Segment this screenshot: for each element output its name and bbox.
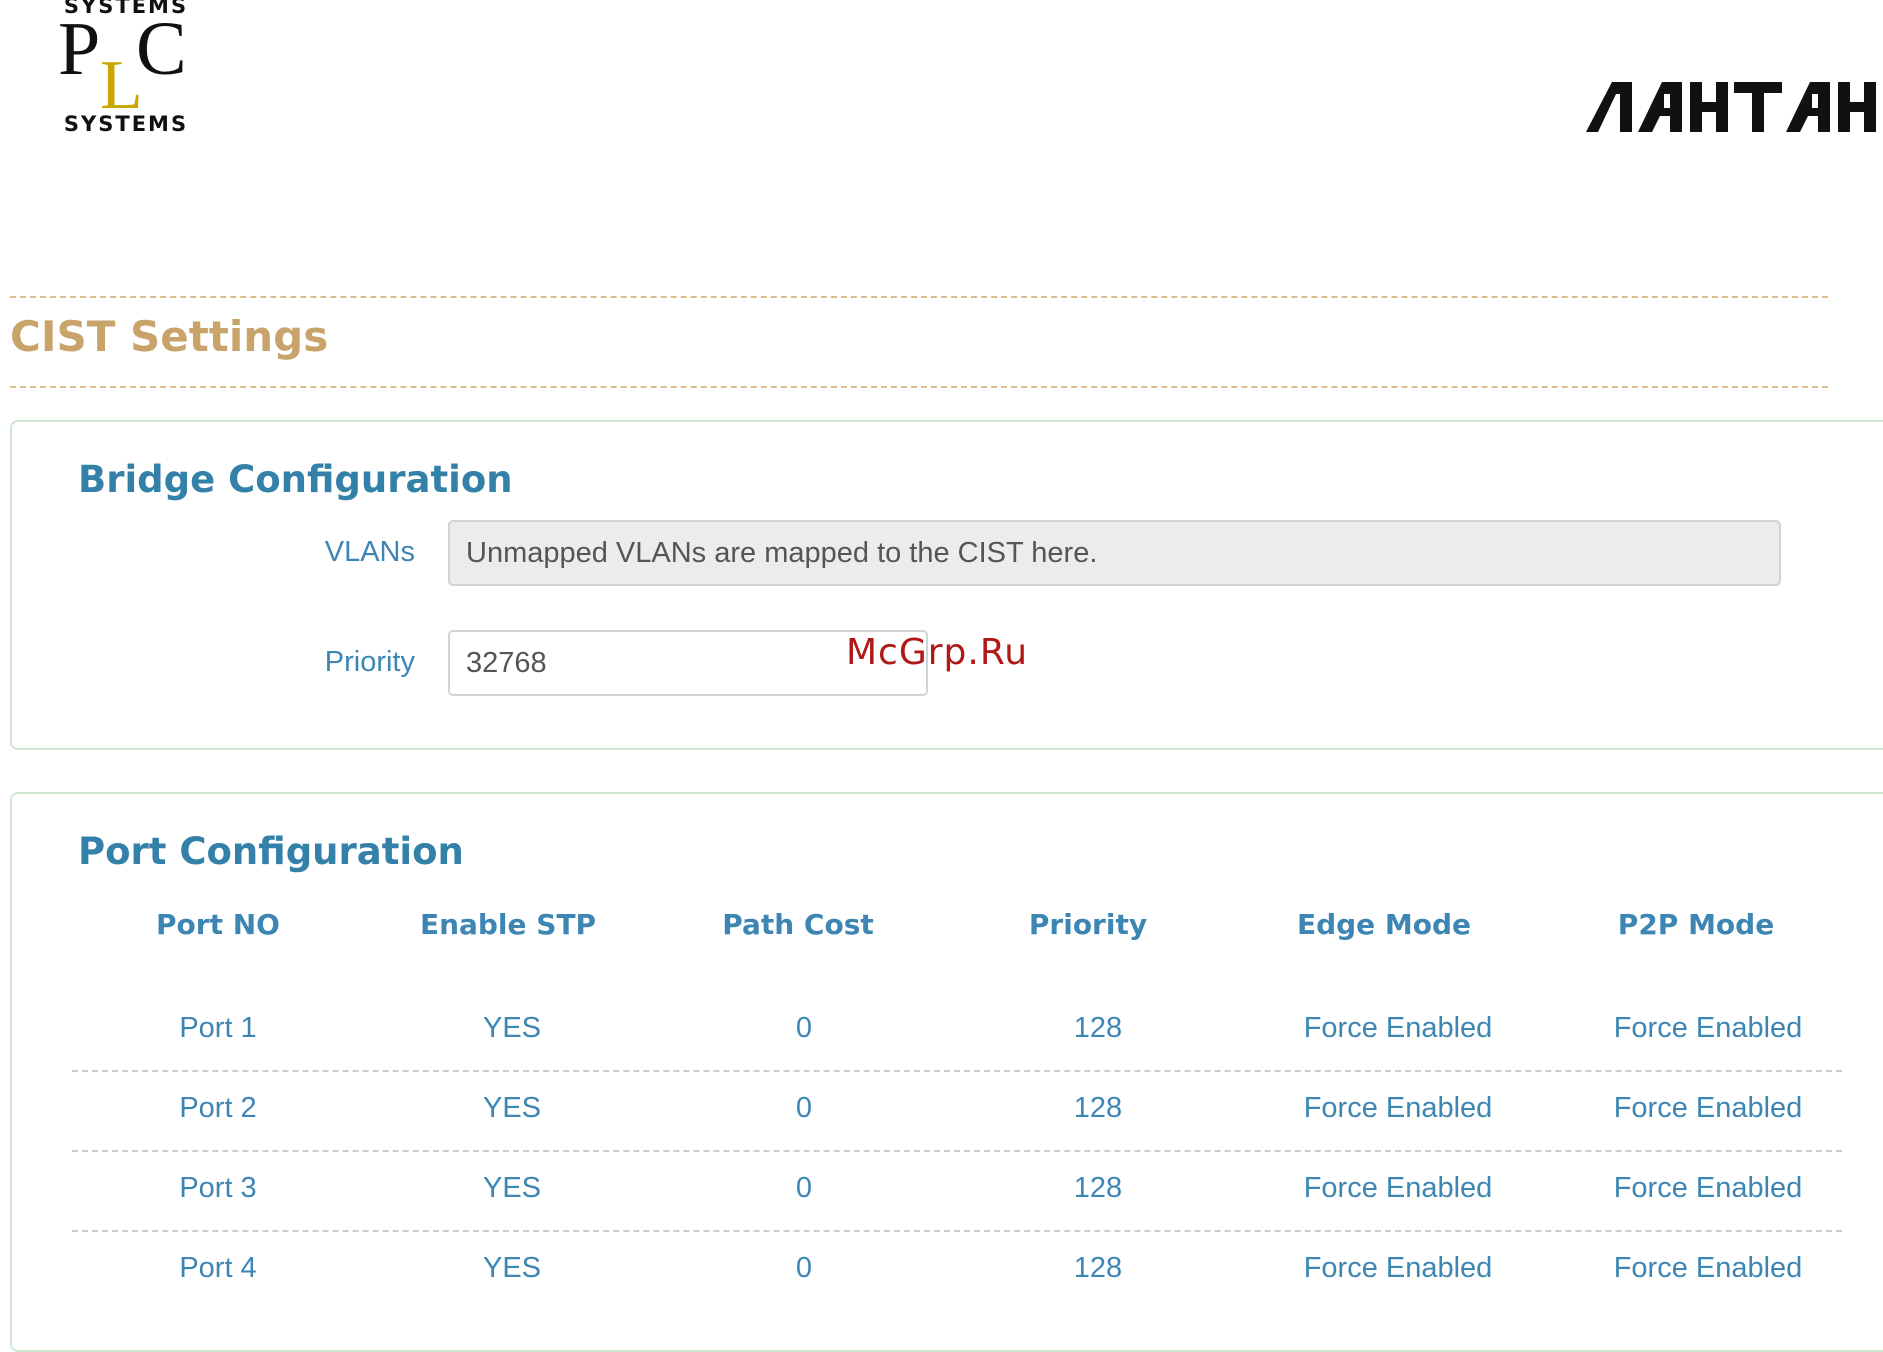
edge-mode-cell[interactable]: Force Enabled (1248, 1012, 1548, 1045)
row-divider (72, 1070, 1842, 1072)
page-title: CIST Settings (10, 312, 329, 361)
port-configuration-panel: Port Configuration Port NO Enable STP Pa… (10, 792, 1883, 1352)
priority-cell[interactable]: 128 (948, 1172, 1248, 1205)
edge-mode-cell[interactable]: Force Enabled (1248, 1172, 1548, 1205)
edge-mode-cell[interactable]: Force Enabled (1248, 1252, 1548, 1285)
plc-letters-mark: P L C (58, 16, 187, 112)
enable-stp-cell[interactable]: YES (362, 1252, 662, 1285)
enable-stp-cell[interactable]: YES (362, 1092, 662, 1125)
p2p-mode-cell[interactable]: Force Enabled (1558, 1172, 1858, 1205)
p2p-mode-cell[interactable]: Force Enabled (1558, 1012, 1858, 1045)
row-divider (72, 1150, 1842, 1152)
plc-systems-logo: SYSTEMS P L C SYSTEMS (56, 0, 196, 138)
p2p-mode-cell[interactable]: Force Enabled (1558, 1092, 1858, 1125)
row-divider (72, 1230, 1842, 1232)
port-name-cell: Port 2 (179, 1092, 257, 1124)
vlans-label: VLANs (324, 536, 415, 568)
watermark: McGrp.Ru (846, 632, 1029, 673)
path-cost-cell[interactable]: 0 (654, 1012, 954, 1045)
column-header-edge-mode: Edge Mode (1296, 908, 1472, 941)
column-header-priority: Priority (1028, 908, 1148, 941)
lahtah-logo (1586, 82, 1876, 132)
path-cost-cell[interactable]: 0 (654, 1252, 954, 1285)
priority-cell[interactable]: 128 (948, 1092, 1248, 1125)
priority-cell[interactable]: 128 (948, 1012, 1248, 1045)
title-top-divider (10, 296, 1828, 298)
port-name-cell: Port 3 (179, 1172, 257, 1204)
port-configuration-title: Port Configuration (78, 830, 464, 873)
port-name-cell: Port 1 (179, 1012, 257, 1044)
priority-label: Priority (324, 646, 415, 678)
priority-cell[interactable]: 128 (948, 1252, 1248, 1285)
bridge-configuration-title: Bridge Configuration (78, 458, 513, 501)
vlans-input[interactable] (448, 520, 1781, 586)
column-header-p2p-mode: P2P Mode (1617, 908, 1775, 941)
enable-stp-cell[interactable]: YES (362, 1172, 662, 1205)
column-header-enable-stp: Enable STP (419, 908, 597, 941)
path-cost-cell[interactable]: 0 (654, 1172, 954, 1205)
enable-stp-cell[interactable]: YES (362, 1012, 662, 1045)
column-header-port-no: Port NO (156, 908, 280, 941)
edge-mode-cell[interactable]: Force Enabled (1248, 1092, 1548, 1125)
port-name-cell: Port 4 (179, 1252, 257, 1284)
title-bottom-divider (10, 386, 1828, 388)
logo-bottom-text: SYSTEMS (63, 112, 189, 136)
p2p-mode-cell[interactable]: Force Enabled (1558, 1252, 1858, 1285)
path-cost-cell[interactable]: 0 (654, 1092, 954, 1125)
column-header-path-cost: Path Cost (722, 908, 874, 941)
svg-text:P: P (58, 16, 100, 91)
svg-text:C: C (136, 16, 187, 91)
bridge-configuration-panel: Bridge Configuration VLANs Priority (10, 420, 1883, 750)
